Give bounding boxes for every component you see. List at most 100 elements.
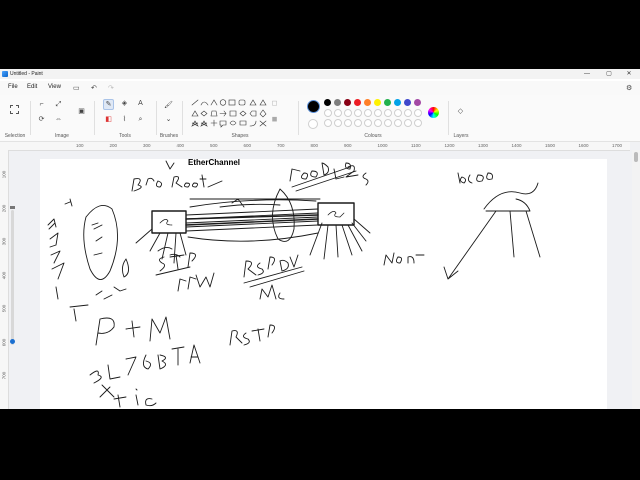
- shapes-group: ◻ ◼ Shapes: [184, 95, 296, 141]
- palette-color-swatch[interactable]: [384, 109, 392, 117]
- ruler-tick-label: 400: [176, 143, 185, 148]
- pencil-icon[interactable]: ✎: [103, 99, 114, 110]
- color-picker-icon[interactable]: ⌇: [120, 115, 129, 124]
- select-rectangle-icon[interactable]: [10, 105, 19, 114]
- ribbon-divider: [182, 101, 183, 135]
- undo-icon[interactable]: ↶: [91, 84, 97, 92]
- palette-color-swatch[interactable]: [334, 109, 342, 117]
- brush-dropdown-icon[interactable]: ⌄: [164, 115, 173, 124]
- zoom-slider-knob[interactable]: [10, 339, 15, 344]
- palette-color-swatch[interactable]: [404, 99, 411, 106]
- custom-color-slot[interactable]: [414, 119, 422, 127]
- ruler-tick-label: 200: [109, 143, 118, 148]
- palette-color-swatch[interactable]: [344, 109, 352, 117]
- palette-color-swatch[interactable]: [394, 99, 401, 106]
- menu-bar: File Edit View ▭ ↶ ↷ ⚙: [0, 81, 640, 95]
- palette-color-swatch[interactable]: [354, 109, 362, 117]
- gear-icon[interactable]: ⚙: [626, 84, 632, 92]
- save-icon[interactable]: ▭: [73, 84, 80, 92]
- primary-color-swatch[interactable]: [307, 100, 320, 113]
- fill-icon[interactable]: ◈: [120, 99, 129, 108]
- tools-group-label: Tools: [119, 133, 131, 139]
- palette-color-swatch[interactable]: [344, 99, 351, 106]
- zoom-slider[interactable]: [11, 210, 14, 345]
- custom-color-slot[interactable]: [374, 119, 382, 127]
- scrollbar-thumb[interactable]: [634, 152, 638, 162]
- ruler-tick-label: 1600: [578, 143, 589, 148]
- brushes-group-label: Brushes: [159, 133, 179, 139]
- palette-color-swatch[interactable]: [384, 99, 391, 106]
- custom-color-slot[interactable]: [404, 119, 412, 127]
- palette-color-swatch[interactable]: [374, 99, 381, 106]
- custom-color-slot[interactable]: [324, 119, 332, 127]
- layers-group: ◇ Layers: [450, 95, 472, 141]
- menu-file[interactable]: File: [8, 84, 18, 90]
- ruler-tick-label: 100: [76, 143, 84, 148]
- ruler-tick-label: 400: [1, 271, 7, 279]
- palette-color-swatch[interactable]: [374, 109, 382, 117]
- paint-app-icon: [2, 71, 8, 77]
- custom-color-slot[interactable]: [344, 119, 352, 127]
- minimize-button[interactable]: —: [580, 70, 594, 78]
- ruler-tick-label: 300: [1, 237, 7, 246]
- horizontal-ruler: 100 200 300 400 500 600 700 800 900 1000 1100 1200 1…: [0, 142, 630, 151]
- custom-color-slot[interactable]: [384, 119, 392, 127]
- edit-colors-icon[interactable]: [428, 107, 439, 118]
- palette-color-swatch[interactable]: [364, 99, 371, 106]
- ruler-tick-label: 700: [277, 143, 285, 148]
- menu-edit[interactable]: Edit: [27, 84, 37, 90]
- palette-color-swatch[interactable]: [364, 109, 372, 117]
- palette-color-swatch[interactable]: [404, 109, 412, 117]
- ribbon: Selection ⌐ ⤢ ⟳ ⇔ ▣ Image ✎ ◈ A ◧ ⌇ ⌕ To…: [0, 95, 640, 142]
- freehand-drawing: [47, 160, 541, 408]
- menu-view[interactable]: View: [48, 84, 61, 90]
- redo-icon[interactable]: ↷: [108, 84, 114, 92]
- magnifier-icon[interactable]: ⌕: [136, 115, 145, 124]
- ruler-tick-label: 1000: [377, 143, 388, 148]
- palette-color-swatch[interactable]: [354, 99, 361, 106]
- shape-fill-icon[interactable]: ◼: [270, 115, 279, 124]
- palette-color-swatch[interactable]: [324, 109, 332, 117]
- ruler-tick-label: 100: [1, 170, 7, 179]
- drawing-canvas[interactable]: EtherChannel: [40, 158, 607, 409]
- eraser-icon[interactable]: ◧: [104, 115, 113, 124]
- flip-icon[interactable]: ⇔: [54, 115, 63, 124]
- ruler-tick-label: 600: [243, 143, 252, 148]
- vertical-ruler: 100 200 300 400 500 600 700: [0, 150, 9, 409]
- image-group-label: Image: [55, 133, 69, 139]
- image-group: ⌐ ⤢ ⟳ ⇔ ▣ Image: [32, 95, 92, 141]
- ruler-tick-label: 500: [1, 304, 7, 313]
- maximize-button[interactable]: ▢: [602, 70, 616, 78]
- custom-color-slot[interactable]: [334, 119, 342, 127]
- paint-window: Untitled - Paint — ▢ ✕ File Edit View ▭ …: [0, 69, 640, 409]
- outline-icon[interactable]: ◻: [270, 99, 279, 108]
- palette-color-swatch[interactable]: [324, 99, 331, 106]
- ruler-tick-label: 500: [210, 143, 218, 148]
- custom-color-slot[interactable]: [354, 119, 362, 127]
- custom-color-slot[interactable]: [394, 119, 402, 127]
- palette-color-swatch[interactable]: [334, 99, 341, 106]
- secondary-color-swatch[interactable]: [308, 119, 318, 129]
- layers-icon[interactable]: ◇: [456, 107, 465, 116]
- palette-color-swatch[interactable]: [414, 109, 422, 117]
- etherchannel-text: EtherChannel: [188, 158, 241, 167]
- image-select-icon[interactable]: ▣: [77, 107, 86, 116]
- rotate-icon[interactable]: ⟳: [37, 115, 46, 124]
- title-bar: Untitled - Paint — ▢ ✕: [0, 69, 640, 79]
- ruler-tick-label: 1700: [612, 143, 623, 148]
- ruler-tick-label: 800: [310, 143, 319, 148]
- ruler-tick-label: 1100: [411, 143, 421, 148]
- custom-color-slot[interactable]: [364, 119, 372, 127]
- palette-color-swatch[interactable]: [394, 109, 402, 117]
- vertical-scrollbar[interactable]: [632, 150, 640, 409]
- tools-group: ✎ ◈ A ◧ ⌇ ⌕ Tools: [96, 95, 154, 141]
- resize-icon[interactable]: ⤢: [54, 100, 63, 109]
- colours-group-label: Colours: [364, 133, 382, 139]
- shapes-gallery[interactable]: [190, 99, 270, 129]
- text-icon[interactable]: A: [136, 99, 145, 108]
- brush-icon[interactable]: 🖌: [164, 101, 173, 110]
- crop-icon[interactable]: ⌐: [37, 100, 46, 109]
- close-button[interactable]: ✕: [622, 70, 636, 78]
- palette-color-swatch[interactable]: [414, 99, 421, 106]
- ruler-tick-label: 1500: [545, 143, 556, 148]
